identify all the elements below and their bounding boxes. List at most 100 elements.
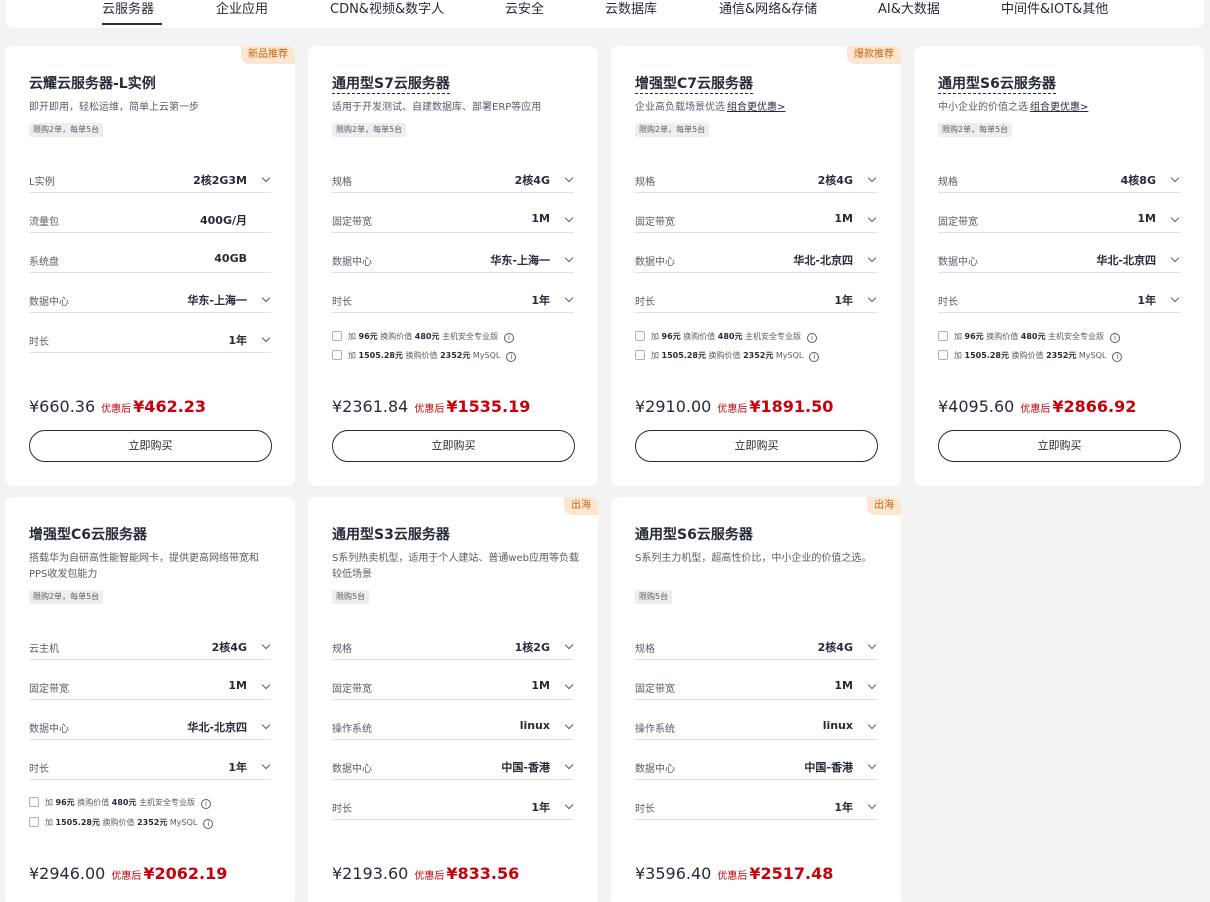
chevron-down-icon[interactable]	[261, 640, 271, 650]
buy-now-button[interactable]: 立即购买	[332, 430, 575, 462]
spec-row-duration[interactable]: 时长 1年	[938, 293, 1180, 313]
addon-mysql[interactable]: 加 1505.28元 换购价值 2352元 MySQL i	[938, 350, 1123, 364]
spec-row-duration[interactable]: 时长 1年	[635, 800, 877, 820]
addon-checkbox[interactable]	[938, 331, 948, 341]
addon-host-security[interactable]: 加 96元 换购价值 480元 主机安全专业版 i	[332, 331, 515, 345]
tab-enterprise-apps[interactable]: 企业应用	[216, 0, 268, 17]
tab-ai-bigdata[interactable]: AI&大数据	[878, 0, 940, 17]
chevron-down-icon[interactable]	[1170, 213, 1180, 223]
spec-row-spec[interactable]: 规格 2核4G	[635, 173, 877, 193]
addon-host-security[interactable]: 加 96元 换购价值 480元 主机安全专业版 i	[635, 331, 818, 345]
addon-host-security[interactable]: 加 96元 换购价值 480元 主机安全专业版 i	[938, 331, 1121, 345]
spec-row-duration[interactable]: 时长 1年	[332, 293, 574, 313]
info-icon[interactable]: i	[203, 819, 214, 829]
chevron-down-icon[interactable]	[1170, 173, 1180, 183]
info-icon[interactable]: i	[809, 352, 820, 362]
chevron-down-icon[interactable]	[261, 760, 271, 770]
spec-row-datacenter[interactable]: 数据中心 华东-上海一	[29, 293, 271, 313]
spec-row-duration[interactable]: 时长 1年	[29, 333, 271, 353]
spec-row-datacenter[interactable]: 数据中心 中国-香港	[332, 760, 574, 780]
spec-row-spec[interactable]: 规格 1核2G	[332, 640, 574, 660]
addon-checkbox[interactable]	[332, 331, 342, 341]
spec-row-datacenter[interactable]: 数据中心 华北-北京四	[635, 253, 877, 273]
addon-checkbox[interactable]	[29, 817, 39, 827]
info-icon[interactable]: i	[201, 799, 212, 809]
buy-now-button[interactable]: 立即购买	[29, 430, 272, 462]
spec-row-instance[interactable]: L实例 2核2G3M	[29, 173, 271, 193]
chevron-down-icon[interactable]	[261, 720, 271, 730]
info-icon[interactable]: i	[504, 333, 515, 343]
addon-host-security[interactable]: 加 96元 换购价值 480元 主机安全专业版 i	[29, 797, 212, 811]
addon-checkbox[interactable]	[635, 350, 645, 360]
card-title[interactable]: 通用型S7云服务器	[332, 73, 450, 94]
card-title[interactable]: 增强型C7云服务器	[635, 73, 754, 94]
chevron-down-icon[interactable]	[564, 293, 574, 303]
spec-row-duration[interactable]: 时长 1年	[635, 293, 877, 313]
info-icon[interactable]: i	[807, 333, 818, 343]
buy-now-button[interactable]: 立即购买	[635, 430, 878, 462]
tab-middleware-iot[interactable]: 中间件&IOT&其他	[1001, 0, 1108, 17]
chevron-down-icon[interactable]	[564, 760, 574, 770]
chevron-down-icon[interactable]	[564, 213, 574, 223]
spec-row-datacenter[interactable]: 数据中心 华北-北京四	[938, 253, 1180, 273]
tab-cloud-security[interactable]: 云安全	[505, 0, 544, 17]
tab-cloud-database[interactable]: 云数据库	[605, 0, 657, 17]
chevron-down-icon[interactable]	[867, 640, 877, 650]
buy-now-button[interactable]: 立即购买	[938, 430, 1181, 462]
spec-row-duration[interactable]: 时长 1年	[29, 760, 271, 780]
chevron-down-icon[interactable]	[261, 173, 271, 183]
chevron-down-icon[interactable]	[564, 800, 574, 810]
chevron-down-icon[interactable]	[867, 680, 877, 690]
addon-checkbox[interactable]	[332, 350, 342, 360]
chevron-down-icon[interactable]	[261, 333, 271, 343]
chevron-down-icon[interactable]	[261, 680, 271, 690]
spec-row-bandwidth[interactable]: 固定带宽 1M	[332, 679, 574, 700]
info-icon[interactable]: i	[506, 352, 517, 362]
addon-checkbox[interactable]	[938, 350, 948, 360]
chevron-down-icon[interactable]	[564, 640, 574, 650]
chevron-down-icon[interactable]	[867, 253, 877, 263]
addon-mysql[interactable]: 加 1505.28元 换购价值 2352元 MySQL i	[332, 350, 517, 364]
tab-cloud-server[interactable]: 云服务器	[102, 0, 154, 17]
addon-mysql[interactable]: 加 1505.28元 换购价值 2352元 MySQL i	[29, 817, 214, 831]
addon-checkbox[interactable]	[29, 797, 39, 807]
spec-row-datacenter[interactable]: 数据中心 华北-北京四	[29, 720, 271, 740]
chevron-down-icon[interactable]	[867, 173, 877, 183]
chevron-down-icon[interactable]	[564, 173, 574, 183]
spec-row-os[interactable]: 操作系统 linux	[332, 719, 574, 740]
spec-row-datacenter[interactable]: 数据中心 华东-上海一	[332, 253, 574, 273]
card-title[interactable]: 通用型S6云服务器	[938, 73, 1056, 94]
spec-row-bandwidth[interactable]: 固定带宽 1M	[938, 212, 1180, 233]
combo-offer-link[interactable]: 组合更优惠>	[1030, 102, 1088, 113]
chevron-down-icon[interactable]	[564, 680, 574, 690]
addon-mysql[interactable]: 加 1505.28元 换购价值 2352元 MySQL i	[635, 350, 820, 364]
combo-offer-link[interactable]: 组合更优惠>	[727, 102, 785, 113]
spec-row-datacenter[interactable]: 数据中心 中国-香港	[635, 760, 877, 780]
spec-row-spec[interactable]: 规格 4核8G	[938, 173, 1180, 193]
chevron-down-icon[interactable]	[564, 720, 574, 730]
info-icon[interactable]: i	[1112, 352, 1123, 362]
tab-network-storage[interactable]: 通信&网络&存储	[719, 0, 817, 17]
spec-row-duration[interactable]: 时长 1年	[332, 800, 574, 820]
spec-row-bandwidth[interactable]: 固定带宽 1M	[29, 679, 271, 700]
spec-row-bandwidth[interactable]: 固定带宽 1M	[635, 679, 877, 700]
spec-value: 1M	[531, 212, 550, 225]
chevron-down-icon[interactable]	[867, 760, 877, 770]
info-icon[interactable]: i	[1110, 333, 1121, 343]
chevron-down-icon[interactable]	[1170, 293, 1180, 303]
chevron-down-icon[interactable]	[867, 213, 877, 223]
spec-row-bandwidth[interactable]: 固定带宽 1M	[332, 212, 574, 233]
chevron-down-icon[interactable]	[867, 800, 877, 810]
chevron-down-icon[interactable]	[1170, 253, 1180, 263]
spec-row-spec[interactable]: 规格 2核4G	[332, 173, 574, 193]
chevron-down-icon[interactable]	[867, 720, 877, 730]
tab-cdn-video[interactable]: CDN&视频&数字人	[330, 0, 444, 17]
spec-row-os[interactable]: 操作系统 linux	[635, 719, 877, 740]
chevron-down-icon[interactable]	[261, 293, 271, 303]
spec-row-spec[interactable]: 规格 2核4G	[635, 640, 877, 660]
spec-row-host[interactable]: 云主机 2核4G	[29, 640, 271, 660]
addon-checkbox[interactable]	[635, 331, 645, 341]
chevron-down-icon[interactable]	[564, 253, 574, 263]
spec-row-bandwidth[interactable]: 固定带宽 1M	[635, 212, 877, 233]
chevron-down-icon[interactable]	[867, 293, 877, 303]
